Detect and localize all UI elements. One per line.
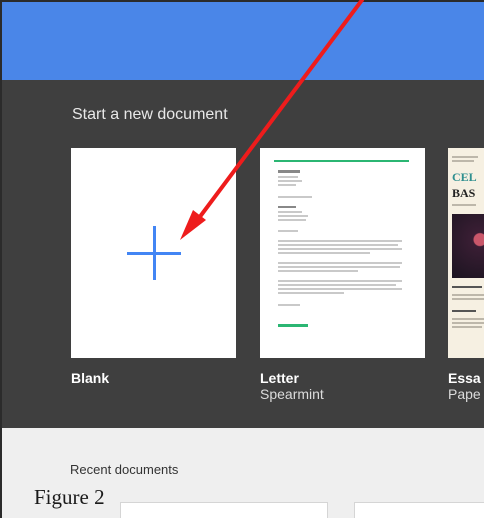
- template-essay-thumbnail[interactable]: CEL BAS: [448, 148, 484, 358]
- recent-document-card[interactable]: [354, 502, 484, 518]
- template-letter-sublabel: Spearmint: [260, 386, 324, 402]
- letter-text-line: [278, 240, 402, 242]
- template-essay-sublabel: Pape: [448, 386, 481, 402]
- letter-text-line: [278, 252, 370, 254]
- letter-signature-line: [278, 324, 308, 327]
- essay-cover-image: [452, 214, 484, 278]
- essay-text-line: [452, 326, 482, 328]
- template-blank[interactable]: Blank: [71, 148, 236, 408]
- letter-text-line: [278, 206, 296, 208]
- figure-caption: Figure 2: [34, 485, 105, 509]
- letter-text-line: [278, 176, 298, 178]
- docs-header-bar: [2, 2, 484, 80]
- letter-text-line: [278, 288, 402, 290]
- letter-text-line: [278, 248, 402, 250]
- letter-text-line: [278, 180, 302, 182]
- recent-documents-title: Recent documents: [70, 462, 179, 477]
- letter-text-line: [278, 280, 402, 282]
- template-letter-label: Letter: [260, 370, 299, 386]
- letter-text-line: [278, 184, 296, 186]
- template-blank-thumbnail[interactable]: [71, 148, 236, 358]
- essay-text-line: [452, 286, 482, 288]
- essay-text-line: [452, 298, 484, 300]
- letter-text-line: [278, 215, 308, 217]
- template-essay-label: Essa: [448, 370, 481, 386]
- letter-sender-name: [278, 170, 300, 173]
- essay-title-line-1: CEL: [452, 170, 477, 184]
- letter-text-line: [278, 262, 402, 264]
- plus-icon-vertical: [153, 226, 156, 280]
- essay-title-line-2: BAS: [452, 186, 476, 200]
- template-gallery: Start a new document Blank Letter Spearm…: [2, 80, 484, 428]
- letter-text-line: [278, 244, 398, 246]
- template-letter-spearmint[interactable]: Letter Spearmint: [260, 148, 425, 408]
- template-blank-label: Blank: [71, 370, 110, 386]
- essay-text-line: [452, 294, 484, 296]
- letter-text-line: [278, 211, 302, 213]
- letter-text-line: [278, 292, 344, 294]
- essay-text-line: [452, 318, 484, 320]
- essay-text-line: [452, 310, 476, 312]
- letter-accent-bar: [274, 160, 409, 162]
- template-essay-paper[interactable]: CEL BAS Essa Pape: [448, 148, 484, 408]
- letter-text-line: [278, 266, 400, 268]
- letter-text-line: [278, 230, 298, 232]
- essay-text-line: [452, 322, 484, 324]
- template-letter-thumbnail[interactable]: [260, 148, 425, 358]
- essay-text-line: [452, 160, 474, 162]
- gallery-title: Start a new document: [72, 106, 228, 123]
- letter-text-line: [278, 304, 300, 306]
- letter-text-line: [278, 196, 312, 198]
- recent-document-card[interactable]: [120, 502, 328, 518]
- essay-text-line: [452, 156, 478, 158]
- letter-text-line: [278, 270, 358, 272]
- essay-text-line: [452, 204, 476, 206]
- letter-text-line: [278, 284, 396, 286]
- letter-text-line: [278, 219, 306, 221]
